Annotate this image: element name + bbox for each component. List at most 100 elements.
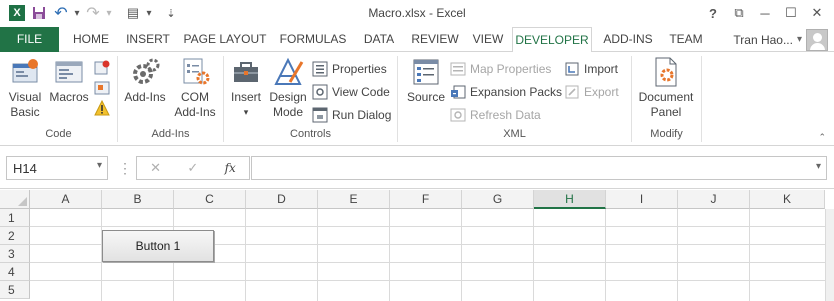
group-add-ins: Add-Ins COM Add-Ins Add-Ins [118, 56, 224, 142]
gridline [30, 262, 834, 263]
source-button[interactable]: Source [404, 56, 448, 105]
column-header-i[interactable]: I [606, 190, 678, 209]
design-mode-label-2: Mode [272, 105, 304, 119]
column-header-g[interactable]: G [462, 190, 534, 209]
insert-control-button[interactable]: Insert ▾ [226, 56, 266, 120]
design-mode-button[interactable]: Design Mode [266, 56, 310, 120]
column-header-b[interactable]: B [102, 190, 174, 209]
group-add-ins-label: Add-Ins [151, 128, 190, 140]
name-box-dropdown-icon[interactable]: ▾ [97, 160, 102, 171]
group-code: Visual Basic Macros Code [0, 56, 118, 142]
row-header-1[interactable]: 1 [0, 209, 30, 227]
visual-basic-icon [9, 56, 41, 88]
expansion-packs-button[interactable]: Expansion Packs [450, 82, 562, 102]
column-header-f[interactable]: F [390, 190, 462, 209]
close-icon[interactable]: ✕ [804, 3, 830, 23]
relative-references-icon[interactable] [94, 80, 110, 96]
import-icon [564, 61, 580, 77]
record-macro-icon[interactable] [94, 60, 110, 76]
macro-security-icon[interactable] [94, 99, 110, 116]
visual-basic-label-2: Basic [10, 105, 40, 119]
group-modify: Document Panel Modify [632, 56, 702, 142]
macros-button[interactable]: Macros [48, 56, 90, 105]
gridline [605, 209, 606, 301]
run-dialog-button[interactable]: Run Dialog [312, 105, 391, 125]
column-header-c[interactable]: C [174, 190, 246, 209]
expand-formula-bar-icon[interactable]: ▾ [816, 161, 821, 172]
tab-file[interactable]: FILE [0, 27, 59, 52]
tab-add-ins[interactable]: ADD-INS [598, 27, 658, 52]
cancel-icon[interactable]: ✕ [150, 160, 161, 176]
com-add-ins-label-2: Add-Ins [174, 105, 216, 119]
tab-view[interactable]: VIEW [468, 27, 508, 52]
tab-formulas[interactable]: FORMULAS [276, 27, 350, 52]
gridline [389, 209, 390, 301]
row-header-4[interactable]: 4 [0, 263, 30, 281]
user-dropdown-icon: ▾ [796, 34, 802, 45]
import-button[interactable]: Import [564, 59, 618, 79]
minimize-icon[interactable]: ─ [752, 3, 778, 23]
com-add-ins-button[interactable]: COM Add-Ins [170, 56, 220, 120]
worksheet-grid[interactable]: A B C D E F G H I J K 1 2 3 4 5 Button 1 [0, 190, 834, 301]
add-ins-label: Add-Ins [124, 90, 166, 104]
visual-basic-button[interactable]: Visual Basic [2, 56, 48, 120]
gridline [30, 280, 834, 281]
gridline [245, 209, 246, 301]
formula-input[interactable]: ▾ [251, 156, 827, 180]
refresh-data-button[interactable]: Refresh Data [450, 105, 541, 125]
group-controls-label: Controls [290, 128, 331, 140]
row-header-2[interactable]: 2 [0, 227, 30, 245]
row-header-3[interactable]: 3 [0, 245, 30, 263]
enter-icon[interactable]: ✓ [187, 160, 198, 176]
maximize-icon[interactable]: ☐ [778, 3, 804, 23]
form-button-1[interactable]: Button 1 [102, 230, 214, 262]
macros-icon [53, 56, 85, 88]
help-icon[interactable]: ? [700, 3, 726, 23]
expansion-packs-label: Expansion Packs [470, 85, 563, 99]
tab-home[interactable]: HOME [64, 27, 118, 52]
tab-developer[interactable]: DEVELOPER [512, 27, 592, 53]
gridline [317, 209, 318, 301]
vertical-scrollbar[interactable] [825, 209, 834, 301]
tab-review[interactable]: REVIEW [406, 27, 464, 52]
document-panel-icon [650, 56, 682, 88]
formula-bar-grip-icon[interactable]: ⋮ [118, 160, 132, 177]
gridline [749, 209, 750, 301]
column-header-k[interactable]: K [750, 190, 825, 209]
gridline [30, 226, 834, 227]
select-all-button[interactable] [0, 190, 30, 209]
column-header-j[interactable]: J [678, 190, 750, 209]
view-code-button[interactable]: View Code [312, 82, 390, 102]
tab-page-layout[interactable]: PAGE LAYOUT [180, 27, 270, 52]
row-header-5[interactable]: 5 [0, 281, 30, 299]
document-panel-label-2: Panel [650, 105, 682, 119]
gear-icon [129, 56, 161, 88]
insert-function-icon[interactable]: fx [225, 161, 236, 175]
export-button[interactable]: Export [564, 82, 619, 102]
view-code-label: View Code [332, 85, 390, 99]
name-box[interactable]: H14 ▾ [6, 156, 108, 180]
collapse-ribbon-icon[interactable]: ⌃ [818, 132, 826, 143]
map-properties-button[interactable]: Map Properties [450, 59, 551, 79]
ribbon-display-options-icon[interactable]: ⧉ [726, 3, 752, 23]
column-header-a[interactable]: A [30, 190, 102, 209]
xml-source-icon [410, 56, 442, 88]
column-header-h[interactable]: H [534, 190, 606, 209]
tab-team[interactable]: TEAM [664, 27, 708, 52]
document-panel-button[interactable]: Document Panel [634, 56, 698, 120]
user-account[interactable]: Tran Hao... ▾ [733, 27, 828, 52]
name-box-value: H14 [13, 161, 37, 176]
toolbox-icon [230, 56, 262, 88]
properties-button[interactable]: Properties [312, 59, 387, 79]
column-header-d[interactable]: D [246, 190, 318, 209]
gridline [677, 209, 678, 301]
add-ins-button[interactable]: Add-Ins [120, 56, 170, 105]
tab-data[interactable]: DATA [356, 27, 402, 52]
tab-insert[interactable]: INSERT [120, 27, 176, 52]
visual-basic-label-1: Visual [8, 90, 42, 104]
formula-bar: H14 ▾ ⋮ ✕ ✓ fx ▾ [0, 147, 834, 189]
column-header-e[interactable]: E [318, 190, 390, 209]
export-icon [564, 84, 580, 100]
design-mode-icon [272, 56, 304, 88]
insert-dropdown-icon: ▾ [243, 107, 249, 117]
